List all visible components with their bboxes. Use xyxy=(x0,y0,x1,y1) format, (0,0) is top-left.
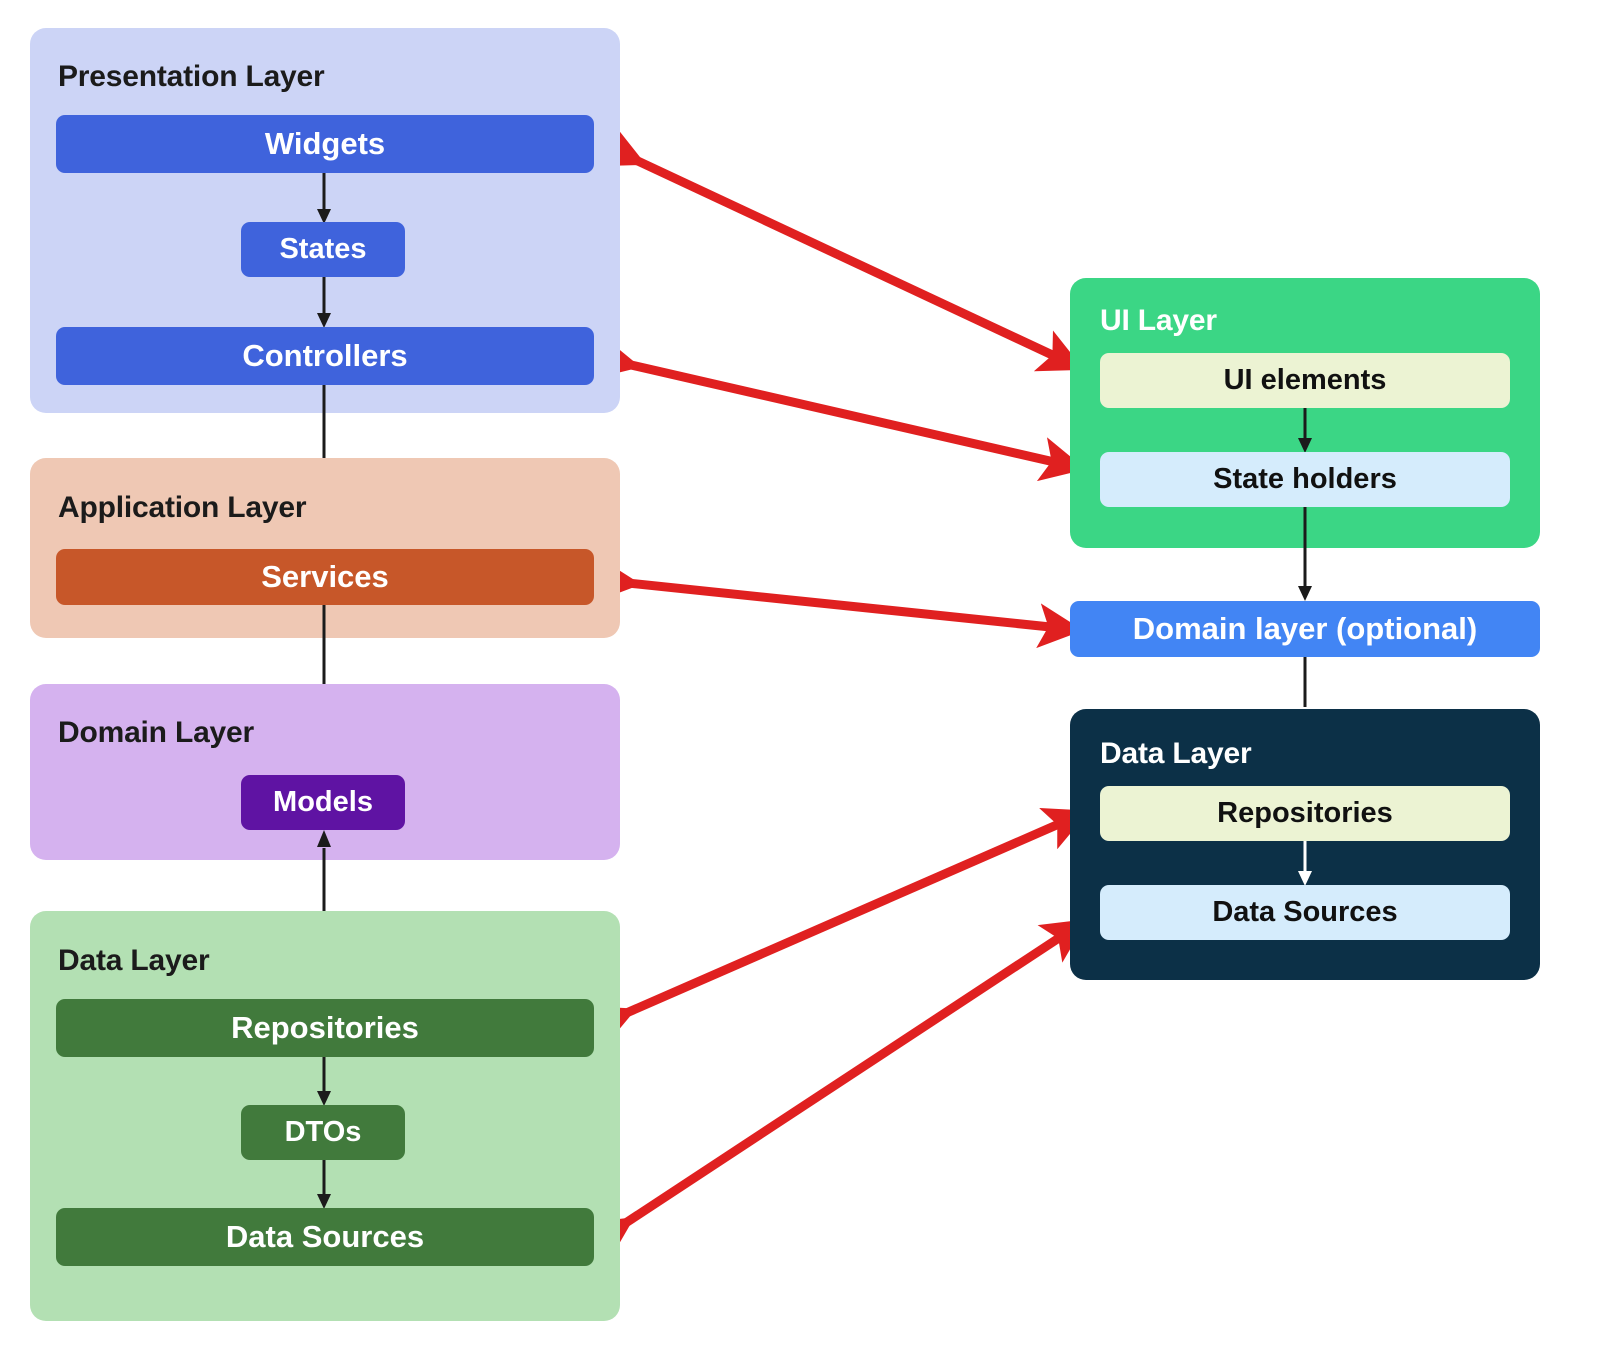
node-state-holders-label: State holders xyxy=(1213,462,1397,495)
node-datasources-left[interactable]: Data Sources xyxy=(56,1208,594,1266)
application-layer-panel: Application Layer xyxy=(30,458,620,638)
node-datasources-right-label: Data Sources xyxy=(1212,895,1398,928)
node-models[interactable]: Models xyxy=(241,775,405,830)
node-domain-layer-optional-label: Domain layer (optional) xyxy=(1132,610,1478,646)
node-state-holders[interactable]: State holders xyxy=(1100,452,1510,507)
node-repositories-left[interactable]: Repositories xyxy=(56,999,594,1057)
node-controllers[interactable]: Controllers xyxy=(56,327,594,385)
node-datasources-left-label: Data Sources xyxy=(225,1218,425,1254)
node-widgets[interactable]: Widgets xyxy=(56,115,594,173)
node-repositories-right-label: Repositories xyxy=(1217,796,1393,829)
mapping-arrow-repositories-repositories xyxy=(586,808,1090,1048)
node-dtos[interactable]: DTOs xyxy=(241,1105,405,1160)
node-models-label: Models xyxy=(273,785,373,818)
data-layer-title-right: Data Layer xyxy=(1100,737,1252,770)
node-services[interactable]: Services xyxy=(56,549,594,605)
domain-layer-panel: Domain Layer xyxy=(30,684,620,860)
node-dtos-label: DTOs xyxy=(284,1115,362,1148)
mapping-arrow-services-domain-optional xyxy=(594,557,1084,649)
mapping-arrow-widgets-ui-elements xyxy=(595,125,1085,372)
domain-layer-title: Domain Layer xyxy=(58,716,254,749)
node-repositories-right[interactable]: Repositories xyxy=(1100,786,1510,841)
ui-layer-title: UI Layer xyxy=(1100,304,1217,337)
architecture-diagram: Presentation Layer Widgets States Contro… xyxy=(0,0,1600,1353)
node-repositories-left-label: Repositories xyxy=(231,1009,419,1045)
node-widgets-label: Widgets xyxy=(264,125,386,161)
node-services-label: Services xyxy=(261,558,389,594)
mapping-arrow-controllers-state-holders xyxy=(591,335,1086,482)
node-domain-layer-optional[interactable]: Domain layer (optional) xyxy=(1070,601,1540,657)
mapping-arrow-datasources-datasources xyxy=(584,919,1088,1261)
node-datasources-right[interactable]: Data Sources xyxy=(1100,885,1510,940)
node-states[interactable]: States xyxy=(241,222,405,277)
node-ui-elements[interactable]: UI elements xyxy=(1100,353,1510,408)
node-controllers-label: Controllers xyxy=(242,337,408,373)
data-layer-title-left: Data Layer xyxy=(58,944,210,977)
application-layer-title: Application Layer xyxy=(58,491,307,524)
ui-layer-panel: UI Layer xyxy=(1070,278,1540,548)
node-states-label: States xyxy=(279,232,367,265)
node-ui-elements-label: UI elements xyxy=(1223,363,1387,396)
presentation-layer-title: Presentation Layer xyxy=(58,60,325,93)
